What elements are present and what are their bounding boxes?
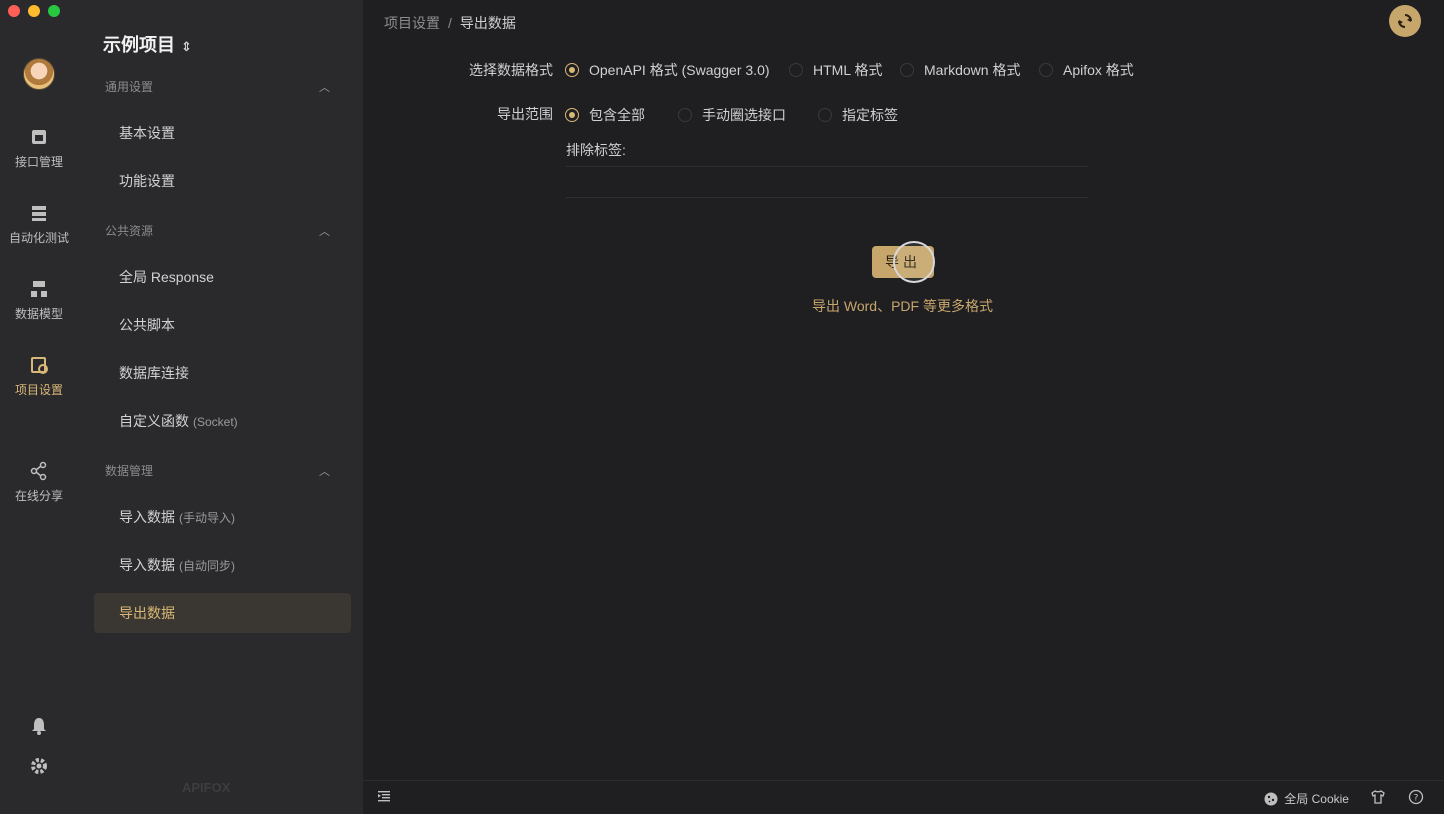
avatar[interactable] — [23, 58, 55, 90]
rail-label-test: 自动化测试 — [8, 231, 69, 245]
scope-option-tags[interactable]: 指定标签 — [818, 105, 898, 125]
sidebar-item-label: 功能设置 — [119, 173, 175, 189]
test-icon — [32, 206, 46, 221]
sidebar-item-label: 数据库连接 — [119, 365, 189, 381]
sidebar-item-sub: (自动同步) — [179, 559, 235, 573]
radio-dot — [818, 108, 832, 122]
format-option-html[interactable]: HTML 格式 — [789, 60, 882, 80]
sidebar-item-custom-functions[interactable]: 自定义函数 (Socket) — [94, 401, 351, 441]
radio-dot — [678, 108, 692, 122]
radio-dot — [1039, 63, 1053, 77]
chevron-updown-icon: ⇕ — [181, 39, 192, 54]
refresh-icon — [1398, 14, 1412, 28]
cursor-highlight — [893, 241, 935, 283]
rail-item-share[interactable]: 在线分享 — [0, 461, 78, 504]
sidebar-item-label: 公共脚本 — [119, 317, 175, 333]
rail-item-model[interactable]: 数据模型 — [0, 279, 78, 322]
format-option-markdown[interactable]: Markdown 格式 — [900, 60, 1020, 80]
sidebar-item-label: 自定义函数 — [119, 413, 189, 429]
minimize-window-button[interactable] — [28, 5, 40, 17]
rail-label-api: 接口管理 — [14, 155, 63, 169]
bell-icon[interactable] — [29, 716, 49, 736]
format-option-openapi[interactable]: OpenAPI 格式 (Swagger 3.0) — [565, 60, 770, 80]
sidebar-item-import-auto[interactable]: 导入数据 (自动同步) — [94, 545, 351, 585]
breadcrumb-current: 导出数据 — [459, 15, 516, 31]
chevron-up-icon[interactable]: ︿ — [319, 223, 330, 239]
sidebar-item-database[interactable]: 数据库连接 — [94, 353, 351, 393]
maximize-window-button[interactable] — [48, 5, 60, 17]
scope-option-manual[interactable]: 手动圈选接口 — [678, 105, 786, 125]
breadcrumb-parent[interactable]: 项目设置 — [384, 15, 440, 31]
sidebar-item-sub: (Socket) — [193, 415, 238, 429]
sidebar-item-feature-settings[interactable]: 功能设置 — [94, 161, 351, 201]
sidebar-item-label: 导入数据 — [119, 509, 175, 525]
sidebar-item-import-manual[interactable]: 导入数据 (手动导入) — [94, 497, 351, 537]
exclude-tags-input[interactable] — [566, 166, 1088, 167]
more-formats-link[interactable]: 导出 Word、PDF 等更多格式 — [812, 296, 993, 316]
scope-option-label: 手动圈选接口 — [702, 107, 786, 123]
scope-label: 导出范围 — [497, 106, 553, 122]
sidebar-item-export-data[interactable]: 导出数据 — [94, 593, 351, 633]
group-title-public-resources: 公共资源 — [105, 224, 154, 238]
exclude-tags-label: 排除标签: — [566, 142, 626, 158]
window-controls — [8, 5, 60, 17]
breadcrumb-separator: / — [448, 15, 452, 31]
icon-rail: 接口管理 自动化测试 数据模型 项目设置 在线分享 — [0, 0, 78, 814]
project-switcher[interactable]: 示例项目 ⇕ — [103, 31, 192, 57]
format-option-label: Markdown 格式 — [924, 62, 1021, 78]
radio-dot — [565, 63, 579, 77]
settings-doc-icon — [31, 357, 48, 374]
cookie-label: 全局 Cookie — [1284, 792, 1349, 806]
format-option-apifox[interactable]: Apifox 格式 — [1039, 60, 1134, 80]
rail-item-test[interactable]: 自动化测试 — [0, 203, 78, 246]
radio-dot — [565, 108, 579, 122]
close-window-button[interactable] — [8, 5, 20, 17]
breadcrumb: 项目设置 / 导出数据 — [384, 13, 516, 33]
statusbar: 全局 Cookie ? — [363, 780, 1444, 814]
rail-label-project-settings: 项目设置 — [14, 383, 63, 397]
model-icon — [31, 281, 47, 297]
sidebar-item-basic-settings[interactable]: 基本设置 — [94, 113, 351, 153]
scope-option-label: 指定标签 — [842, 107, 898, 123]
cookie-icon — [1264, 792, 1278, 805]
apifox-logo: APIFOX — [182, 780, 231, 795]
chevron-up-icon[interactable]: ︿ — [319, 463, 330, 479]
gear-icon[interactable] — [29, 756, 49, 776]
sidebar-item-sub: (手动导入) — [179, 511, 235, 525]
settings-sidebar: 示例项目 ⇕ 通用设置 ︿ 基本设置 功能设置 公共资源 ︿ 全局 Respons… — [78, 0, 363, 814]
chevron-up-icon[interactable]: ︿ — [319, 79, 330, 95]
rail-label-model: 数据模型 — [14, 307, 63, 321]
sync-button[interactable] — [1389, 5, 1421, 37]
shirt-icon[interactable] — [1370, 789, 1386, 805]
group-title-general: 通用设置 — [105, 80, 154, 94]
share-icon — [30, 461, 47, 481]
radio-dot — [789, 63, 803, 77]
format-option-label: OpenAPI 格式 (Swagger 3.0) — [589, 62, 770, 78]
divider — [566, 197, 1088, 198]
svg-text:?: ? — [1414, 794, 1419, 804]
format-label: 选择数据格式 — [469, 62, 553, 78]
radio-dot — [900, 63, 914, 77]
rail-item-api[interactable]: 接口管理 — [0, 127, 78, 170]
main-content: 项目设置 / 导出数据 选择数据格式 OpenAPI 格式 (Swagger 3.0… — [363, 0, 1444, 814]
sidebar-item-label: 导出数据 — [119, 605, 175, 621]
sidebar-item-label: 基本设置 — [119, 125, 175, 141]
rail-item-project-settings[interactable]: 项目设置 — [0, 355, 78, 398]
project-name: 示例项目 — [103, 35, 175, 55]
sidebar-item-global-response[interactable]: 全局 Response — [94, 257, 351, 297]
global-cookie-button[interactable]: 全局 Cookie — [1264, 790, 1349, 807]
api-icon — [32, 130, 46, 144]
scope-option-all[interactable]: 包含全部 — [565, 105, 645, 125]
help-icon[interactable]: ? — [1408, 789, 1424, 805]
scope-option-label: 包含全部 — [589, 107, 645, 123]
format-option-label: Apifox 格式 — [1063, 62, 1134, 78]
sidebar-item-public-scripts[interactable]: 公共脚本 — [94, 305, 351, 345]
rail-label-share: 在线分享 — [14, 489, 63, 503]
collapse-sidebar-icon[interactable] — [378, 790, 390, 802]
format-option-label: HTML 格式 — [813, 62, 883, 78]
sidebar-item-label: 全局 Response — [119, 269, 214, 285]
sidebar-item-label: 导入数据 — [119, 557, 175, 573]
group-title-data-management: 数据管理 — [105, 464, 154, 478]
